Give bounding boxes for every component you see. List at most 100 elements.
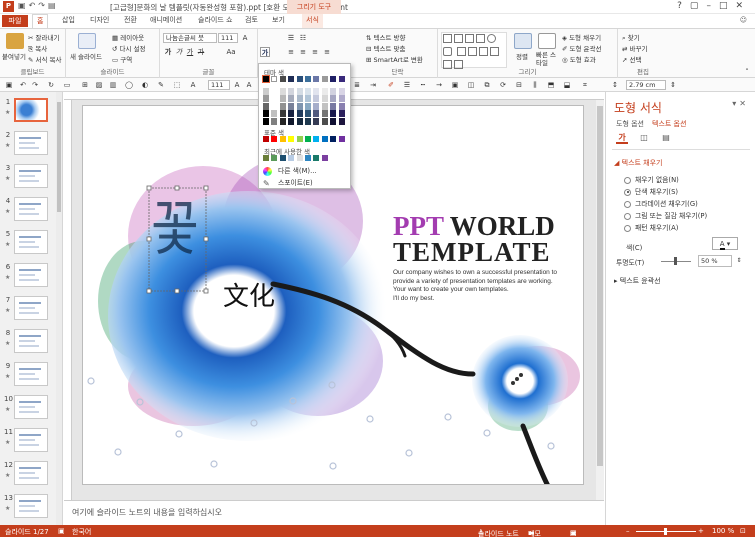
- align-center-icon[interactable]: ≡: [298, 47, 308, 57]
- text-outline-section[interactable]: ▸ 텍스트 윤곽선: [614, 276, 661, 286]
- text-effects-icon[interactable]: ◫: [638, 132, 650, 144]
- fit-slide-icon[interactable]: ⊡: [740, 527, 746, 535]
- theme-color-swatch[interactable]: [330, 76, 337, 82]
- tab-slideshow[interactable]: 슬라이드 쇼: [198, 15, 232, 25]
- theme-color-swatch[interactable]: [321, 117, 328, 125]
- numbering-icon[interactable]: ☷: [298, 33, 308, 43]
- pane-controls[interactable]: ▾✕: [732, 99, 749, 108]
- standard-color-swatch[interactable]: [313, 136, 320, 142]
- recent-color-swatch[interactable]: [279, 155, 286, 161]
- find-button[interactable]: ⌕ 찾기: [622, 32, 640, 43]
- group-icon[interactable]: ⧉: [482, 80, 492, 90]
- brace-shape-icon[interactable]: [478, 47, 488, 56]
- undo-small-icon[interactable]: ↶: [18, 80, 28, 90]
- fill-option-pattern[interactable]: 패턴 채우기(A): [624, 222, 678, 232]
- pen-color-icon[interactable]: ✐: [386, 80, 396, 90]
- fill-option-picture[interactable]: 그림 또는 질감 채우기(P): [624, 210, 707, 220]
- format-painter-button[interactable]: ✎ 서식 복사: [28, 54, 62, 64]
- help-icon[interactable]: ?: [677, 1, 690, 11]
- zoom-out-icon[interactable]: –: [626, 527, 630, 535]
- section-button[interactable]: ▭ 구역: [112, 54, 132, 64]
- reset-button[interactable]: ↺ 다시 설정: [112, 43, 146, 53]
- text-fill-outline-icon[interactable]: 가: [616, 132, 628, 144]
- slide-thumbnail[interactable]: 10 ★: [4, 395, 58, 425]
- theme-color-swatch[interactable]: [271, 102, 278, 110]
- rectangle-shape-icon[interactable]: [454, 34, 463, 43]
- save-icon[interactable]: ▣: [18, 1, 29, 10]
- zoom-in-icon[interactable]: +: [698, 527, 704, 535]
- arrange-icon[interactable]: [514, 33, 532, 49]
- tab-format[interactable]: 서식: [302, 14, 323, 28]
- tab-transitions[interactable]: 전환: [124, 15, 137, 25]
- standard-color-swatch[interactable]: [305, 136, 311, 142]
- tab-design[interactable]: 디자인: [90, 15, 109, 25]
- theme-color-swatch[interactable]: [330, 110, 337, 117]
- zoom-level[interactable]: 100 %: [712, 527, 734, 535]
- slide-thumbnail[interactable]: 4 ★: [4, 197, 58, 227]
- recent-color-swatch[interactable]: [263, 155, 269, 161]
- recent-color-swatch[interactable]: [313, 155, 320, 161]
- bullet-list-icon[interactable]: ≣: [352, 80, 362, 90]
- crop-icon[interactable]: ⌗: [580, 80, 590, 90]
- window-controls[interactable]: ?▢–□✕: [677, 1, 751, 11]
- rounded-rect-shape-icon[interactable]: [443, 47, 452, 56]
- shape-effects-button[interactable]: ◎ 도형 효과: [562, 54, 596, 64]
- quick-styles-button[interactable]: 빠른 스타일: [536, 51, 560, 67]
- theme-color-swatch[interactable]: [321, 95, 328, 102]
- shapes-gallery[interactable]: [441, 32, 507, 69]
- textbox-icon[interactable]: ▤: [660, 132, 672, 144]
- ribbon-display-icon[interactable]: ▢: [690, 1, 707, 11]
- italic-button[interactable]: 가: [174, 47, 184, 57]
- shape-icon[interactable]: ◯: [124, 80, 134, 90]
- star-shape-icon[interactable]: [467, 47, 477, 56]
- proofing-icon[interactable]: ▣: [58, 527, 65, 535]
- close-icon[interactable]: ✕: [735, 1, 751, 11]
- theme-color-swatch[interactable]: [288, 110, 295, 117]
- slide-thumbnail[interactable]: 7 ★: [4, 296, 58, 326]
- standard-color-swatch[interactable]: [271, 136, 278, 142]
- theme-color-swatch[interactable]: [263, 110, 269, 117]
- undo-icon[interactable]: ↶: [29, 1, 39, 10]
- new-slide-button[interactable]: 새 슬라이드: [70, 51, 102, 61]
- zoom-slider-thumb[interactable]: [664, 528, 667, 535]
- clear-format-button[interactable]: Aa: [226, 47, 236, 57]
- theme-color-swatch[interactable]: [338, 117, 345, 125]
- transparency-input[interactable]: 50 %: [698, 255, 732, 267]
- indent-icon[interactable]: ⇥: [368, 80, 378, 90]
- standard-color-swatch[interactable]: [263, 136, 269, 142]
- color-wheel-icon[interactable]: ◐: [140, 80, 150, 90]
- tab-file[interactable]: 파일: [2, 15, 28, 27]
- fill-option-solid[interactable]: 단색 채우기(S): [624, 186, 678, 196]
- shape-outline-button[interactable]: ✐ 도형 윤곽선: [562, 43, 602, 53]
- theme-color-swatch[interactable]: [313, 110, 320, 117]
- pane-close-icon[interactable]: ✕: [739, 99, 749, 108]
- theme-color-swatch[interactable]: [305, 117, 311, 125]
- slide-thumbnail[interactable]: 6 ★: [4, 263, 58, 293]
- theme-color-swatch[interactable]: [296, 117, 303, 125]
- slide-thumbnail[interactable]: 12 ★: [4, 461, 58, 491]
- shape-fill-button[interactable]: ◈ 도형 채우기: [562, 32, 601, 42]
- theme-color-swatch[interactable]: [330, 87, 337, 95]
- paste-button[interactable]: 붙여넣기: [2, 51, 26, 61]
- distribute-icon[interactable]: ⫼: [530, 80, 540, 90]
- save-small-icon[interactable]: ▣: [4, 80, 14, 90]
- bold-button[interactable]: 가: [163, 47, 173, 57]
- arrange-button[interactable]: 정렬: [516, 51, 528, 61]
- refresh-icon[interactable]: ↻: [46, 80, 56, 90]
- theme-color-swatch[interactable]: [313, 102, 320, 110]
- theme-color-swatch[interactable]: [313, 87, 320, 95]
- format-small-icon[interactable]: ⬚: [172, 80, 182, 90]
- redo-icon[interactable]: ↷: [38, 1, 48, 10]
- text-icon[interactable]: A: [188, 80, 198, 90]
- theme-color-swatch[interactable]: [296, 87, 303, 95]
- chart-icon[interactable]: ▥: [108, 80, 118, 90]
- theme-color-swatch[interactable]: [338, 87, 345, 95]
- align-text-button[interactable]: ⊟ 텍스트 맞춤: [366, 43, 406, 53]
- recent-color-swatch[interactable]: [296, 155, 303, 161]
- cut-button[interactable]: ✂ 잘라내기: [28, 32, 59, 42]
- standard-color-swatch[interactable]: [279, 136, 286, 142]
- theme-color-swatch[interactable]: [288, 117, 295, 125]
- arrow-style-icon[interactable]: →: [434, 80, 444, 90]
- theme-color-swatch[interactable]: [271, 95, 278, 102]
- theme-color-swatch[interactable]: [279, 95, 286, 102]
